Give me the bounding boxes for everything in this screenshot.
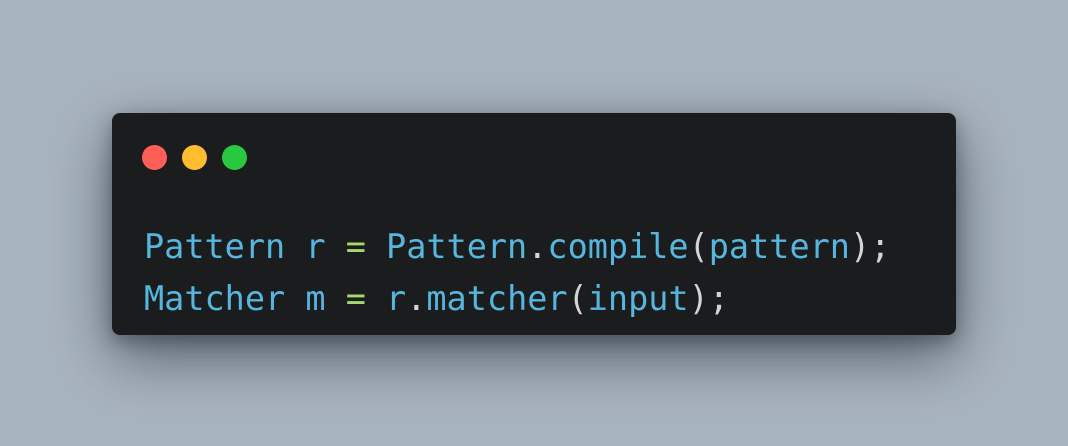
code-token: input xyxy=(587,279,689,318)
code-token: r xyxy=(386,279,407,318)
minimize-dot-icon xyxy=(182,145,207,170)
code-token: pattern xyxy=(708,227,850,266)
code-token: matcher xyxy=(426,279,568,318)
code-token: ); xyxy=(849,227,891,266)
code-token: = xyxy=(345,227,366,266)
code-token: compile xyxy=(547,227,689,266)
code-window: Pattern r = Pattern.compile(pattern); Mat… xyxy=(112,113,956,335)
window-controls xyxy=(142,145,247,170)
code-token: . xyxy=(527,227,548,266)
code-token: m xyxy=(305,279,326,318)
code-line: Pattern r = Pattern.compile(pattern); xyxy=(144,221,890,273)
code-token: = xyxy=(345,279,366,318)
code-token: ); xyxy=(688,279,729,318)
code-line: Matcher m = r.matcher(input); xyxy=(144,273,890,325)
code-token: Pattern xyxy=(386,227,528,266)
code-token: r xyxy=(305,227,326,266)
code-token: Matcher xyxy=(144,279,286,318)
code-token: ( xyxy=(567,279,588,318)
close-dot-icon xyxy=(142,145,167,170)
code-token: ( xyxy=(688,227,709,266)
code-token: . xyxy=(406,279,427,318)
code-token: Pattern xyxy=(144,227,286,266)
code-block: Pattern r = Pattern.compile(pattern); Mat… xyxy=(144,221,890,325)
maximize-dot-icon xyxy=(222,145,247,170)
